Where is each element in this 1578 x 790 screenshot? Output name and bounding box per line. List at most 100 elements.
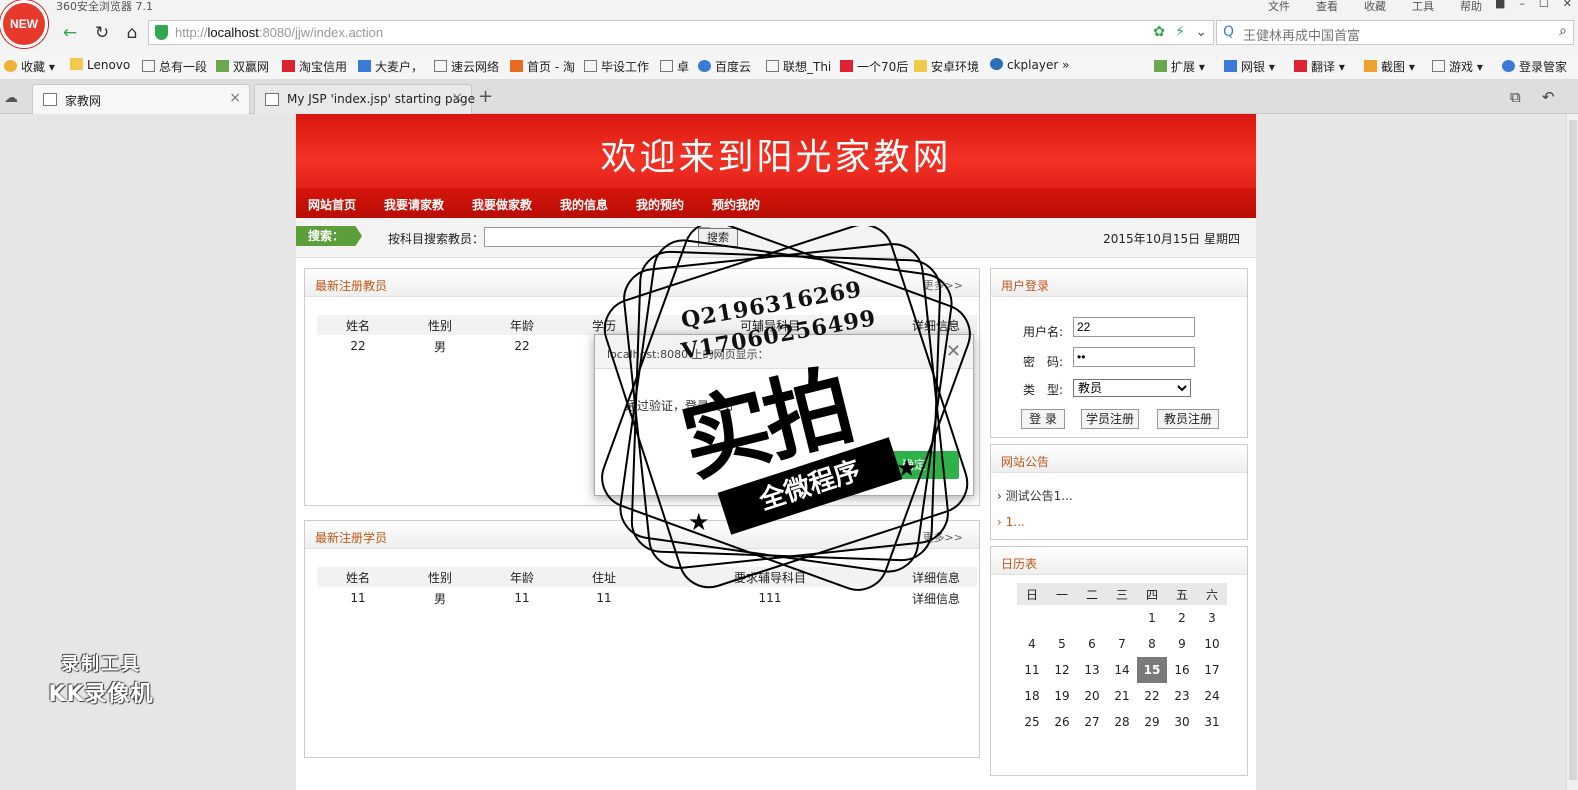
login-manager-button[interactable]: 登录管家	[1502, 58, 1567, 75]
calendar-day[interactable]: 4	[1017, 631, 1047, 657]
address-bar[interactable]: http://localhost:8080/jjw/index.action ✿…	[148, 20, 1214, 45]
page-scrollbar[interactable]	[1566, 114, 1578, 790]
details-link[interactable]: 详细信息	[895, 587, 977, 609]
nav-hire-tutor[interactable]: 我要请家教	[384, 196, 444, 213]
refresh-icon[interactable]: ↻	[92, 23, 112, 43]
bookmark-item[interactable]: 速云网络	[434, 58, 499, 75]
menu-favorites[interactable]: 收藏	[1364, 0, 1386, 14]
menu-view[interactable]: 查看	[1316, 0, 1338, 14]
close-tab-icon[interactable]: ×	[451, 90, 463, 106]
more-link[interactable]: 更多>>	[923, 529, 963, 545]
menu-help[interactable]: 帮助	[1460, 0, 1482, 14]
calendar-day[interactable]: 25	[1017, 709, 1047, 735]
calendar-day[interactable]: 1	[1137, 605, 1167, 631]
nav-appointed-me[interactable]: 预约我的	[712, 196, 760, 213]
new-tab-icon[interactable]: +	[478, 86, 493, 107]
calendar-day[interactable]: 2	[1167, 605, 1197, 631]
close-window-icon[interactable]: ✕	[1563, 0, 1572, 10]
compat-mode-icon[interactable]: ✿	[1153, 24, 1165, 40]
calendar-day[interactable]: 22	[1137, 683, 1167, 709]
menu-tools[interactable]: 工具	[1412, 0, 1434, 14]
calendar-day[interactable]: 6	[1077, 631, 1107, 657]
calendar-day[interactable]: 5	[1047, 631, 1077, 657]
back-icon[interactable]: ←	[60, 23, 80, 43]
minimize-icon[interactable]: –	[1519, 0, 1525, 10]
calendar-day[interactable]: 26	[1047, 709, 1077, 735]
translate-button[interactable]: 翻译 ▾	[1294, 58, 1345, 75]
skin-icon[interactable]: ■	[1495, 0, 1505, 10]
calendar-day[interactable]: 14	[1107, 657, 1137, 683]
calendar-day[interactable]: 7	[1107, 631, 1137, 657]
tab-index-jsp[interactable]: My JSP 'index.jsp' starting page ×	[254, 84, 475, 114]
calendar-day[interactable]: 13	[1077, 657, 1107, 683]
bookmark-item[interactable]: 大麦户，	[358, 58, 423, 75]
scrollbar-thumb[interactable]	[1569, 120, 1577, 780]
calendar-day[interactable]: 31	[1197, 709, 1227, 735]
search-box[interactable]: Q 王健林再成中国首富 ⌕	[1216, 20, 1574, 45]
calendar-day[interactable]: 18	[1017, 683, 1047, 709]
screenshot-button[interactable]: 截图 ▾	[1364, 58, 1415, 75]
calendar-day[interactable]: 29	[1137, 709, 1167, 735]
browser-logo[interactable]: NEW	[0, 0, 48, 48]
bookmark-favorites[interactable]: 收藏 ▾	[4, 58, 55, 75]
calendar-day[interactable]: 28	[1107, 709, 1137, 735]
password-input[interactable]	[1073, 347, 1195, 367]
extensions-button[interactable]: 扩展 ▾	[1154, 58, 1205, 75]
bookmark-item[interactable]: 安卓环境	[914, 58, 979, 75]
teacher-register-button[interactable]: 教员注册	[1157, 409, 1219, 429]
bookmark-item[interactable]: ckplayer »	[990, 58, 1069, 72]
calendar-day[interactable]: 30	[1167, 709, 1197, 735]
bookmark-item[interactable]: 双赢网	[216, 58, 269, 75]
ebank-button[interactable]: 网银 ▾	[1224, 58, 1275, 75]
calendar-day[interactable]: 24	[1197, 683, 1227, 709]
bookmark-item[interactable]: 百度云	[698, 58, 751, 75]
nav-be-tutor[interactable]: 我要做家教	[472, 196, 532, 213]
search-engine-icon[interactable]: Q	[1223, 24, 1234, 40]
search-icon[interactable]: ⌕	[1559, 23, 1567, 39]
bookmark-item[interactable]: 联想_Thi	[766, 58, 831, 75]
home-icon[interactable]: ⌂	[122, 23, 142, 43]
bookmark-item[interactable]: 卓	[660, 58, 689, 75]
tab-list-icon[interactable]: ⧉	[1510, 88, 1521, 106]
calendar-day[interactable]: 8	[1137, 631, 1167, 657]
maximize-icon[interactable]: ☐	[1539, 0, 1549, 10]
bookmark-item[interactable]: 总有一段	[142, 58, 207, 75]
calendar-day[interactable]: 20	[1077, 683, 1107, 709]
undo-close-icon[interactable]: ↶	[1542, 88, 1555, 106]
calendar-day[interactable]: 3	[1197, 605, 1227, 631]
calendar-today[interactable]: 15	[1137, 657, 1167, 683]
calendar-day[interactable]: 9	[1167, 631, 1197, 657]
games-button[interactable]: 游戏 ▾	[1432, 58, 1483, 75]
bookmark-lenovo[interactable]: Lenovo	[70, 58, 130, 72]
calendar-day[interactable]: 19	[1047, 683, 1077, 709]
user-type-select[interactable]: 教员	[1073, 379, 1191, 397]
close-icon[interactable]: ✕	[946, 341, 961, 362]
more-link[interactable]: 更多>>	[923, 277, 963, 293]
ok-button[interactable]: 确定	[869, 451, 959, 479]
notice-item[interactable]: › 测试公告1...	[997, 487, 1073, 504]
student-register-button[interactable]: 学员注册	[1081, 409, 1139, 429]
calendar-day[interactable]: 10	[1197, 631, 1227, 657]
calendar-day[interactable]: 16	[1167, 657, 1197, 683]
close-tab-icon[interactable]: ×	[229, 90, 241, 106]
bookmark-item[interactable]: 首页 - 淘	[510, 58, 575, 75]
search-button[interactable]: 搜索	[698, 228, 738, 247]
nav-my-appointments[interactable]: 我的预约	[636, 196, 684, 213]
calendar-day[interactable]: 11	[1017, 657, 1047, 683]
url-dropdown-icon[interactable]: ⌄	[1195, 24, 1207, 40]
calendar-day[interactable]: 17	[1197, 657, 1227, 683]
calendar-day[interactable]: 12	[1047, 657, 1077, 683]
menu-file[interactable]: 文件	[1268, 0, 1290, 14]
bookmark-item[interactable]: 淘宝信用	[282, 58, 347, 75]
cloud-icon[interactable]: ☁	[4, 90, 18, 106]
calendar-day[interactable]: 21	[1107, 683, 1137, 709]
nav-my-info[interactable]: 我的信息	[560, 196, 608, 213]
notice-item[interactable]: › 1...	[997, 515, 1025, 529]
subject-search-input[interactable]	[484, 227, 710, 247]
speed-mode-icon[interactable]: ⚡	[1175, 24, 1185, 40]
bookmark-item[interactable]: 一个70后	[840, 58, 908, 75]
login-button[interactable]: 登 录	[1021, 409, 1065, 429]
username-input[interactable]	[1073, 317, 1195, 337]
calendar-day[interactable]: 27	[1077, 709, 1107, 735]
calendar-day[interactable]: 23	[1167, 683, 1197, 709]
